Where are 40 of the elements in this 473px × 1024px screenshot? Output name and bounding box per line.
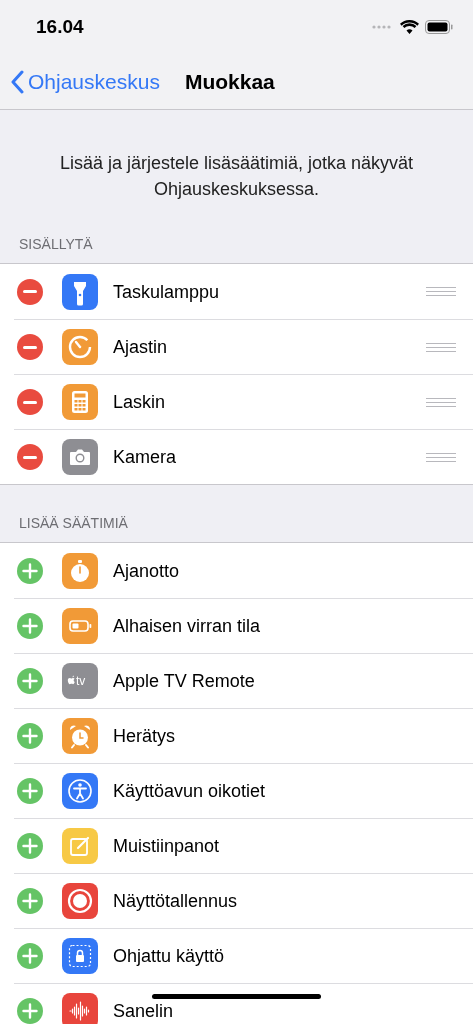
description-text: Lisää ja järjestele lisäsäätimiä, jotka näkyvät Ohjauskeskuksessa.	[58, 152, 415, 201]
drag-handle-icon[interactable]	[426, 397, 456, 407]
add-button[interactable]	[17, 833, 43, 859]
battery-icon	[425, 20, 453, 34]
page-title: Muokkaa	[184, 68, 275, 95]
control-label: Laskin	[113, 393, 167, 411]
drag-handle-icon[interactable]	[426, 342, 456, 352]
back-chevron-icon	[10, 69, 24, 94]
control-label: Kamera	[113, 448, 178, 466]
drag-handle-icon[interactable]	[426, 452, 456, 462]
control-label: Apple TV Remote	[113, 672, 256, 690]
add-button[interactable]	[17, 778, 43, 804]
control-label: Sanelin	[113, 1002, 175, 1020]
control-label: Herätys	[113, 727, 176, 745]
control-label: Alhaisen virran tila	[113, 617, 262, 635]
add-button[interactable]	[17, 888, 43, 914]
control-label: Näyttötallennus	[113, 892, 239, 910]
section-header: LISÄÄ SÄÄTIMIÄ	[19, 515, 128, 531]
remove-button[interactable]	[17, 389, 43, 415]
add-button[interactable]	[17, 557, 43, 584]
wifi-icon	[400, 20, 419, 34]
add-button[interactable]	[17, 943, 43, 969]
back-button[interactable]: Ohjauskeskus	[10, 65, 160, 98]
add-button[interactable]	[17, 668, 43, 694]
remove-button[interactable]	[17, 334, 43, 360]
status-time: 16.04	[36, 14, 84, 39]
add-button[interactable]	[17, 998, 43, 1024]
add-button[interactable]	[17, 613, 43, 639]
add-button[interactable]	[17, 723, 43, 749]
control-label: Ohjattu käyttö	[113, 947, 226, 965]
remove-button[interactable]	[17, 278, 43, 305]
control-label: Ajastin	[113, 338, 169, 356]
control-label: Ajanotto	[113, 561, 181, 580]
control-label: Taskulamppu	[113, 282, 221, 301]
section-header: SISÄLLYTÄ	[19, 236, 93, 252]
control-label: Muistiinpanot	[113, 837, 221, 855]
drag-handle-icon[interactable]	[426, 287, 456, 296]
control-label: Käyttöavun oikotiet	[113, 782, 267, 800]
tv-logo-icon: tv	[62, 663, 98, 699]
remove-button[interactable]	[17, 444, 43, 470]
